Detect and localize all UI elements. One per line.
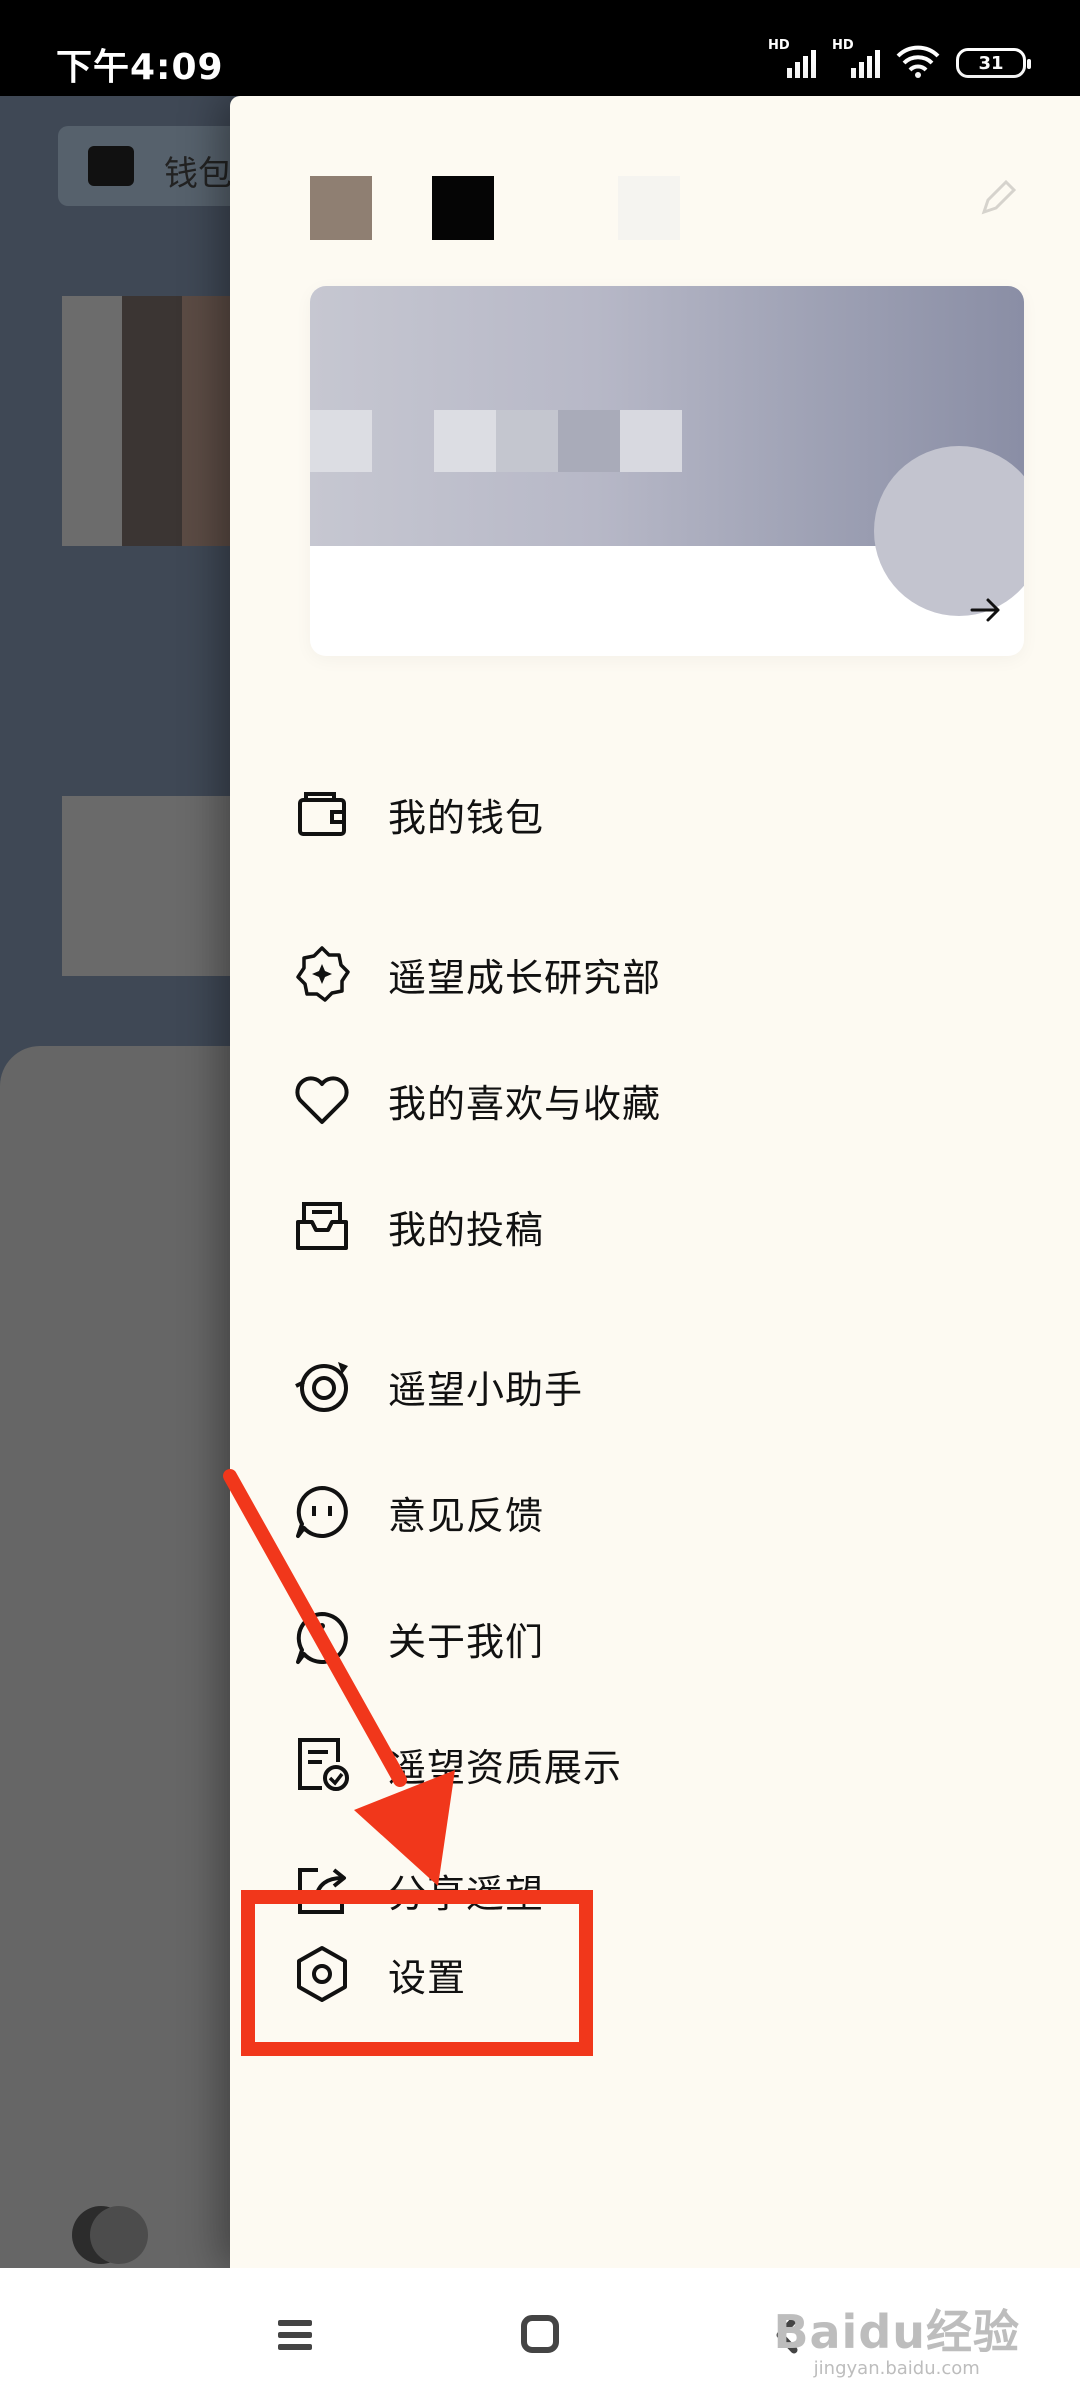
feedback-icon xyxy=(290,1480,354,1544)
cellular-signal-icon: HD xyxy=(768,38,816,78)
menu-item-label: 我的钱包 xyxy=(388,795,545,840)
blurred-banner xyxy=(310,286,1024,616)
status-time: 下午4:09 xyxy=(56,47,224,88)
banner-pixel xyxy=(620,410,682,472)
menu-item-feedback[interactable]: 意见反馈 xyxy=(290,1472,990,1552)
home-nav-icon[interactable] xyxy=(516,2312,566,2358)
settings-highlight-box xyxy=(241,1890,593,2056)
sparkle-badge-icon xyxy=(290,942,354,1006)
menu-item-growth-lab[interactable]: 遥望成长研究部 xyxy=(290,934,990,1014)
profile-card[interactable] xyxy=(310,286,1024,656)
banner-pixel xyxy=(434,410,496,472)
wallet-icon xyxy=(290,782,354,846)
menu-item-label: 遥望成长研究部 xyxy=(388,955,662,1000)
navigation-bar: Baidu经验 jingyan.baidu.com xyxy=(0,2268,1080,2400)
blurred-avatar-3 xyxy=(618,176,680,240)
menu-item-favorites[interactable]: 我的喜欢与收藏 xyxy=(290,1060,990,1140)
menu-item-about[interactable]: 关于我们 xyxy=(290,1598,990,1678)
wallet-icon xyxy=(88,146,134,186)
blurred-avatar-1 xyxy=(310,176,372,240)
menu-item-submissions[interactable]: 我的投稿 xyxy=(290,1186,990,1266)
menu-item-label: 我的喜欢与收藏 xyxy=(388,1081,662,1126)
assistant-icon xyxy=(290,1354,354,1418)
menu-nav-icon[interactable] xyxy=(272,2312,322,2358)
banner-pixel xyxy=(558,410,620,472)
menu-item-wallet[interactable]: 我的钱包 xyxy=(290,774,990,854)
blurred-avatar-2 xyxy=(432,176,494,240)
arrow-right-icon[interactable] xyxy=(966,590,1006,630)
background-wallet-label: 钱包 xyxy=(164,154,232,194)
menu-item-label: 遥望小助手 xyxy=(388,1367,584,1412)
wifi-icon xyxy=(896,45,940,78)
banner-pixel xyxy=(496,410,558,472)
certificate-icon xyxy=(290,1732,354,1796)
background-wallet-chip: 钱包 xyxy=(58,126,248,206)
menu-item-label: 遥望资质展示 xyxy=(388,1745,623,1790)
info-icon xyxy=(290,1606,354,1670)
edit-icon[interactable] xyxy=(976,176,1020,220)
inbox-icon xyxy=(290,1194,354,1258)
menu-item-label: 意见反馈 xyxy=(388,1493,545,1538)
watermark-brand: Baidu经验 xyxy=(773,2305,1020,2359)
baidu-watermark: Baidu经验 jingyan.baidu.com xyxy=(773,2296,1020,2379)
status-icons: HD HD 31 xyxy=(768,38,1031,78)
menu-item-label: 我的投稿 xyxy=(388,1207,545,1252)
tab-logo-icon xyxy=(72,2206,148,2266)
menu-item-assistant[interactable]: 遥望小助手 xyxy=(290,1346,990,1426)
cellular-signal-2-icon: HD xyxy=(832,38,880,78)
menu-item-qualification[interactable]: 遥望资质展示 xyxy=(290,1724,990,1804)
battery-icon: 31 xyxy=(956,48,1031,78)
heart-icon xyxy=(290,1068,354,1132)
menu-item-label: 关于我们 xyxy=(388,1619,545,1664)
battery-level: 31 xyxy=(978,52,1004,74)
banner-pixel xyxy=(310,410,372,472)
status-bar: 下午4:09 HD HD 31 xyxy=(0,0,1080,96)
